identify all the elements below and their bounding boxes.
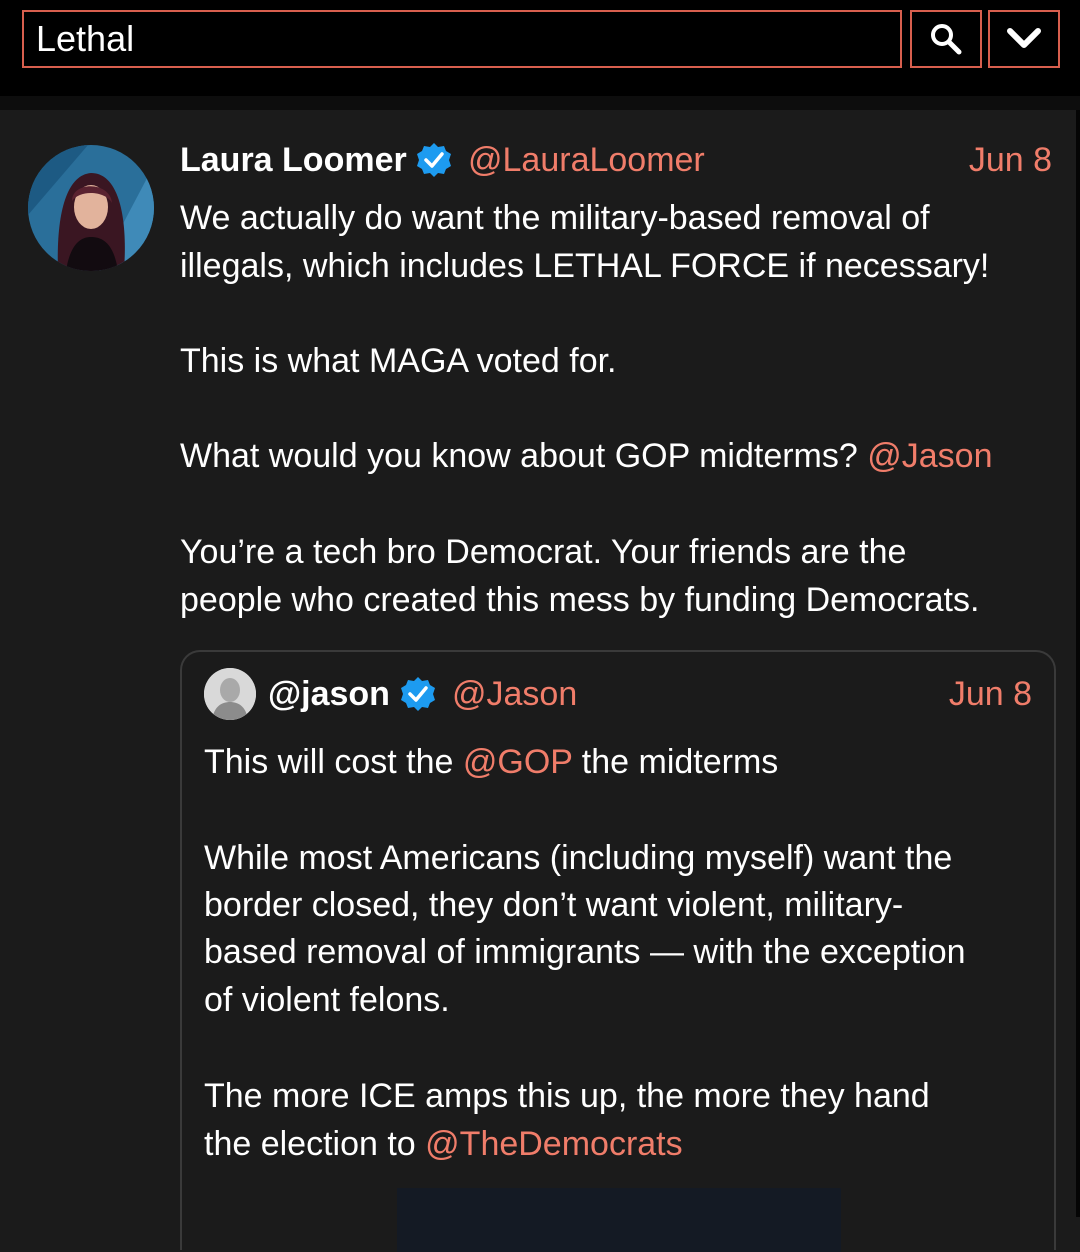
verified-badge-icon — [401, 677, 435, 711]
search-input[interactable]: Lethal — [22, 10, 902, 68]
author-name[interactable]: @jason — [268, 672, 390, 716]
post-card[interactable]: Laura Loomer @LauraLoomer Jun 8 We actua… — [0, 110, 1076, 1252]
author-handle[interactable]: @LauraLoomer — [468, 138, 705, 182]
post-text-line: This is what MAGA voted for. — [180, 342, 617, 380]
post-header: Laura Loomer @LauraLoomer Jun 8 — [180, 138, 1052, 182]
post-text-line: illegals, which includes LETHAL FORCE if… — [180, 247, 990, 285]
verified-badge-icon — [417, 143, 451, 177]
quoted-post[interactable]: @jason @Jason Jun 8 This will cost the @… — [180, 650, 1056, 1252]
post-text-line: people who created this mess by funding … — [180, 581, 980, 619]
post-date[interactable]: Jun 8 — [969, 138, 1052, 182]
media-preview[interactable] — [397, 1188, 841, 1252]
post-text-line: You’re a tech bro Democrat. Your friends… — [180, 533, 907, 571]
post-text-line: We actually do want the military-based r… — [180, 199, 930, 237]
mention-link[interactable]: @GOP — [463, 743, 572, 781]
quote-text-line: of violent felons. — [204, 981, 450, 1019]
quote-text-segment: the midterms — [581, 743, 779, 781]
author-handle[interactable]: @Jason — [452, 672, 577, 716]
quote-text-line: border closed, they don’t want violent, … — [204, 886, 904, 924]
mention-link[interactable]: @Jason — [867, 437, 992, 475]
post-text-line: What would you know about GOP midterms? … — [180, 432, 993, 480]
avatar[interactable] — [204, 668, 256, 720]
quote-text-line: This will cost the @GOP the midterms — [204, 738, 778, 786]
quote-text-segment: This will cost the — [204, 743, 454, 781]
quote-text-line: The more ICE amps this up, the more they… — [204, 1077, 930, 1115]
quote-text-line: based removal of immigrants — with the e… — [204, 933, 966, 971]
quote-text-segment: the election to — [204, 1125, 416, 1163]
post-text-segment: What would you know about GOP midterms? — [180, 437, 858, 475]
author-name[interactable]: Laura Loomer — [180, 138, 407, 182]
mention-link[interactable]: @TheDemocrats — [425, 1125, 682, 1163]
quote-text-line: While most Americans (including myself) … — [204, 839, 953, 877]
search-button[interactable] — [910, 10, 982, 68]
divider — [0, 96, 1080, 110]
post-date[interactable]: Jun 8 — [949, 672, 1032, 716]
top-bar: Lethal — [0, 0, 1080, 96]
divider — [1076, 110, 1080, 1217]
chevron-down-icon — [1007, 28, 1041, 48]
avatar[interactable] — [28, 145, 154, 271]
dropdown-button[interactable] — [988, 10, 1060, 68]
search-icon — [931, 24, 962, 55]
quote-text-line: the election to @TheDemocrats — [204, 1120, 683, 1168]
